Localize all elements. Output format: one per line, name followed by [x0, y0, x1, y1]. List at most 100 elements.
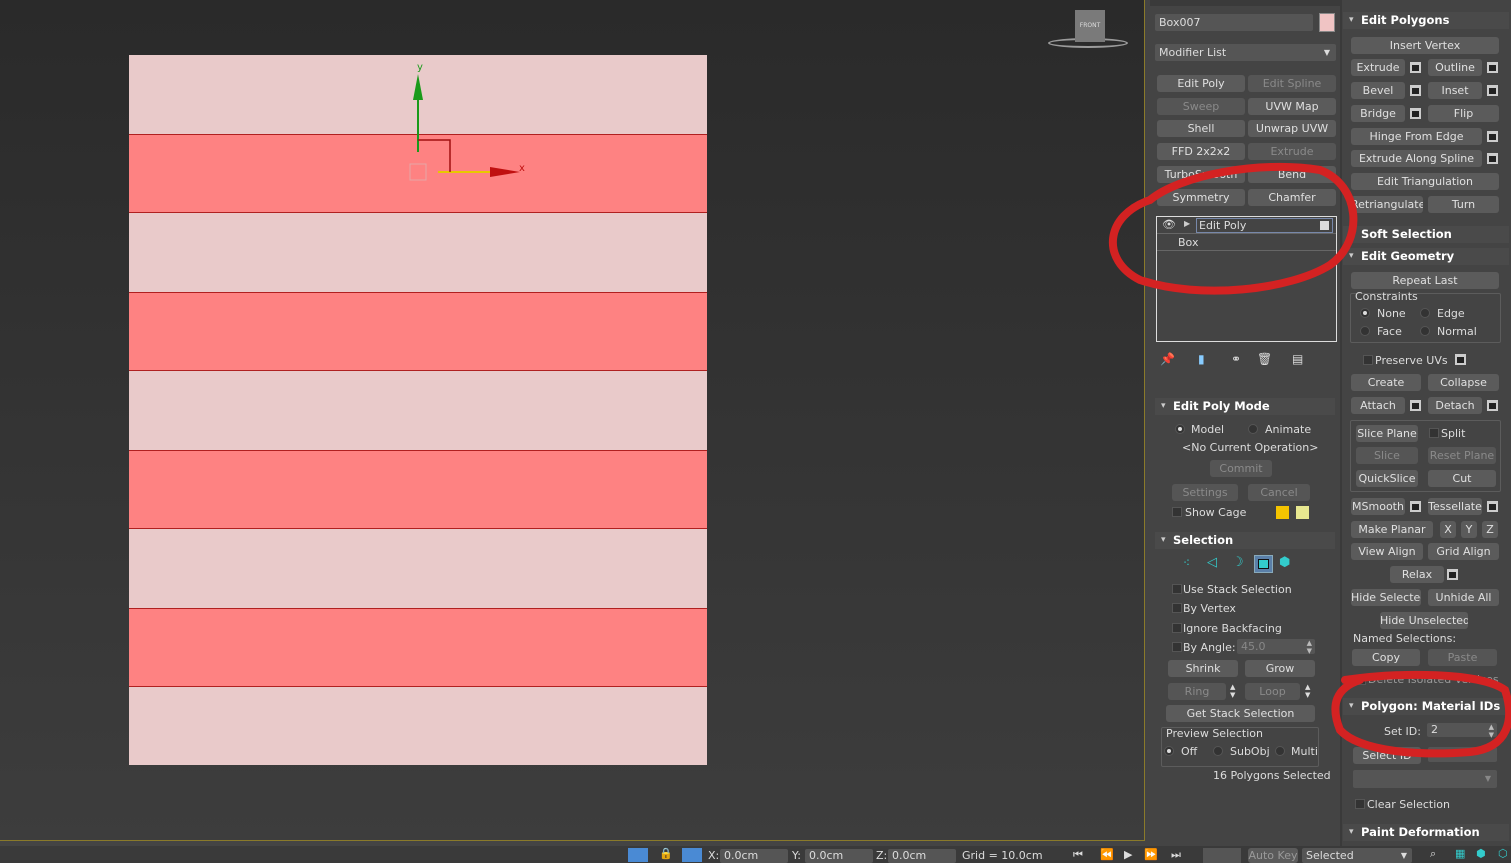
preserve-uvs-settings-icon[interactable]: [1455, 354, 1466, 365]
ignore-backfacing-checkbox[interactable]: [1172, 623, 1182, 633]
trash-icon[interactable]: 🗑: [1257, 352, 1272, 366]
make-planar-y-button[interactable]: Y: [1461, 521, 1477, 538]
modifier-toggle-icon[interactable]: [1320, 221, 1329, 230]
make-unique-icon[interactable]: ⚭: [1231, 352, 1241, 366]
unhide-all-button[interactable]: Unhide All: [1428, 589, 1499, 606]
bevel-settings-icon[interactable]: [1410, 85, 1421, 96]
symmetry-button[interactable]: Symmetry: [1157, 189, 1245, 206]
rollout-material-ids[interactable]: Polygon: Material IDs: [1343, 698, 1509, 715]
move-gizmo[interactable]: [0, 0, 1145, 841]
bridge-button[interactable]: Bridge: [1351, 105, 1405, 122]
bend-button[interactable]: Bend: [1248, 166, 1336, 183]
preview-off-radio[interactable]: [1164, 746, 1174, 756]
unwrap-uvw-button[interactable]: Unwrap UVW: [1248, 120, 1336, 137]
eye-icon[interactable]: 👁: [1162, 218, 1176, 231]
slice-plane-button[interactable]: Slice Plane: [1356, 425, 1418, 442]
turbosmooth-button[interactable]: TurboSmooth: [1157, 166, 1245, 183]
ring-spinner-icon[interactable]: ▲ ▼: [1230, 683, 1235, 699]
x-coord-input[interactable]: 0.0cm: [720, 849, 788, 863]
loop-spinner-icon[interactable]: ▲ ▼: [1305, 683, 1310, 699]
settings-button[interactable]: Settings: [1172, 484, 1238, 501]
border-mode-icon[interactable]: ☽: [1232, 555, 1244, 570]
extrude-settings-icon[interactable]: [1410, 62, 1421, 73]
slice-button[interactable]: Slice: [1356, 447, 1418, 464]
constraint-edge-radio[interactable]: [1420, 308, 1430, 318]
msmooth-button[interactable]: MSmooth: [1351, 498, 1405, 515]
hinge-from-edge-button[interactable]: Hinge From Edge: [1351, 128, 1482, 145]
quickslice-button[interactable]: QuickSlice: [1356, 470, 1418, 487]
cage-color-swatch[interactable]: [1276, 506, 1289, 519]
polygon-mode-icon[interactable]: [1254, 555, 1273, 573]
constraint-face-radio[interactable]: [1360, 326, 1370, 336]
show-cage-checkbox[interactable]: [1172, 507, 1182, 517]
z-coord-input[interactable]: 0.0cm: [888, 849, 956, 863]
make-planar-button[interactable]: Make Planar: [1351, 521, 1433, 538]
grid-align-button[interactable]: Grid Align: [1428, 543, 1499, 560]
shell-button[interactable]: Shell: [1157, 120, 1245, 137]
material-name-dropdown[interactable]: ▼: [1353, 770, 1497, 788]
uvw-map-button[interactable]: UVW Map: [1248, 98, 1336, 115]
constraint-normal-radio[interactable]: [1420, 326, 1430, 336]
split-checkbox[interactable]: [1429, 428, 1439, 438]
copy-button[interactable]: Copy: [1352, 649, 1420, 666]
turn-button[interactable]: Turn: [1428, 196, 1499, 213]
detach-settings-icon[interactable]: [1487, 400, 1498, 411]
chamfer-button[interactable]: Chamfer: [1248, 189, 1336, 206]
edit-poly-button[interactable]: Edit Poly: [1157, 75, 1245, 92]
bevel-button[interactable]: Bevel: [1351, 82, 1405, 99]
set-id-spinner[interactable]: 2 ▲ ▼: [1427, 723, 1497, 739]
retriangulate-button[interactable]: Retriangulate: [1351, 196, 1423, 213]
sweep-button[interactable]: Sweep: [1157, 98, 1245, 115]
outline-settings-icon[interactable]: [1487, 62, 1498, 73]
attach-list-icon[interactable]: [1410, 400, 1421, 411]
get-stack-selection-button[interactable]: Get Stack Selection: [1166, 705, 1315, 722]
hinge-settings-icon[interactable]: [1487, 131, 1498, 142]
relax-button[interactable]: Relax: [1390, 566, 1444, 583]
detach-button[interactable]: Detach: [1428, 397, 1482, 414]
relax-settings-icon[interactable]: [1447, 569, 1458, 580]
ring-button[interactable]: Ring: [1168, 683, 1226, 700]
model-radio[interactable]: [1175, 424, 1185, 434]
pin-stack-icon[interactable]: 📌: [1160, 352, 1175, 366]
commit-button[interactable]: Commit: [1210, 460, 1272, 477]
grow-button[interactable]: Grow: [1245, 660, 1315, 677]
zoom-icon[interactable]: ⌕: [1430, 847, 1436, 861]
element-mode-icon[interactable]: ⬢: [1279, 555, 1290, 570]
angle-spinner[interactable]: 45.0 ▲ ▼: [1237, 639, 1315, 655]
hide-selected-button[interactable]: Hide Selected: [1351, 589, 1421, 606]
extrude-modifier-button[interactable]: Extrude: [1248, 143, 1336, 160]
panel-tabs[interactable]: [1150, 0, 1340, 6]
rollout-edit-polygons[interactable]: Edit Polygons: [1343, 12, 1509, 29]
rollout-edit-geometry[interactable]: Edit Geometry: [1343, 248, 1509, 265]
bridge-settings-icon[interactable]: [1410, 108, 1421, 119]
go-to-start-icon[interactable]: ⏮: [1073, 848, 1083, 862]
absolute-mode-icon[interactable]: [682, 848, 702, 862]
zoom-extents-icon[interactable]: ⬢: [1476, 847, 1486, 860]
extrude-along-spline-button[interactable]: Extrude Along Spline: [1351, 150, 1482, 167]
view-align-button[interactable]: View Align: [1351, 543, 1423, 560]
edit-triangulation-button[interactable]: Edit Triangulation: [1351, 173, 1499, 190]
selection-lock-toggle-icon[interactable]: [628, 848, 648, 862]
preview-multi-radio[interactable]: [1275, 746, 1285, 756]
configure-sets-icon[interactable]: ▤: [1292, 352, 1303, 366]
rollout-edit-poly-mode[interactable]: Edit Poly Mode: [1155, 398, 1335, 415]
make-planar-x-button[interactable]: X: [1440, 521, 1456, 538]
insert-vertex-button[interactable]: Insert Vertex: [1351, 37, 1499, 54]
cancel-button[interactable]: Cancel: [1248, 484, 1310, 501]
ffd-button[interactable]: FFD 2x2x2: [1157, 143, 1245, 160]
preserve-uvs-checkbox[interactable]: [1363, 355, 1373, 365]
repeat-last-button[interactable]: Repeat Last: [1351, 272, 1499, 289]
make-planar-z-button[interactable]: Z: [1482, 521, 1498, 538]
previous-frame-icon[interactable]: ⏪: [1100, 848, 1114, 861]
edit-spline-button[interactable]: Edit Spline: [1248, 75, 1336, 92]
reset-plane-button[interactable]: Reset Plane: [1428, 447, 1496, 464]
zoom-all-icon[interactable]: ▦: [1455, 847, 1465, 860]
tessellate-settings-icon[interactable]: [1487, 501, 1498, 512]
create-button[interactable]: Create: [1351, 374, 1421, 391]
zoom-extents-all-icon[interactable]: ⬡: [1498, 847, 1508, 860]
clear-selection-checkbox[interactable]: [1355, 799, 1365, 809]
delete-isolated-checkbox[interactable]: [1356, 675, 1366, 685]
select-id-input[interactable]: [1428, 747, 1497, 762]
auto-key-button[interactable]: Auto Key: [1248, 848, 1298, 863]
tessellate-button[interactable]: Tessellate: [1428, 498, 1482, 515]
